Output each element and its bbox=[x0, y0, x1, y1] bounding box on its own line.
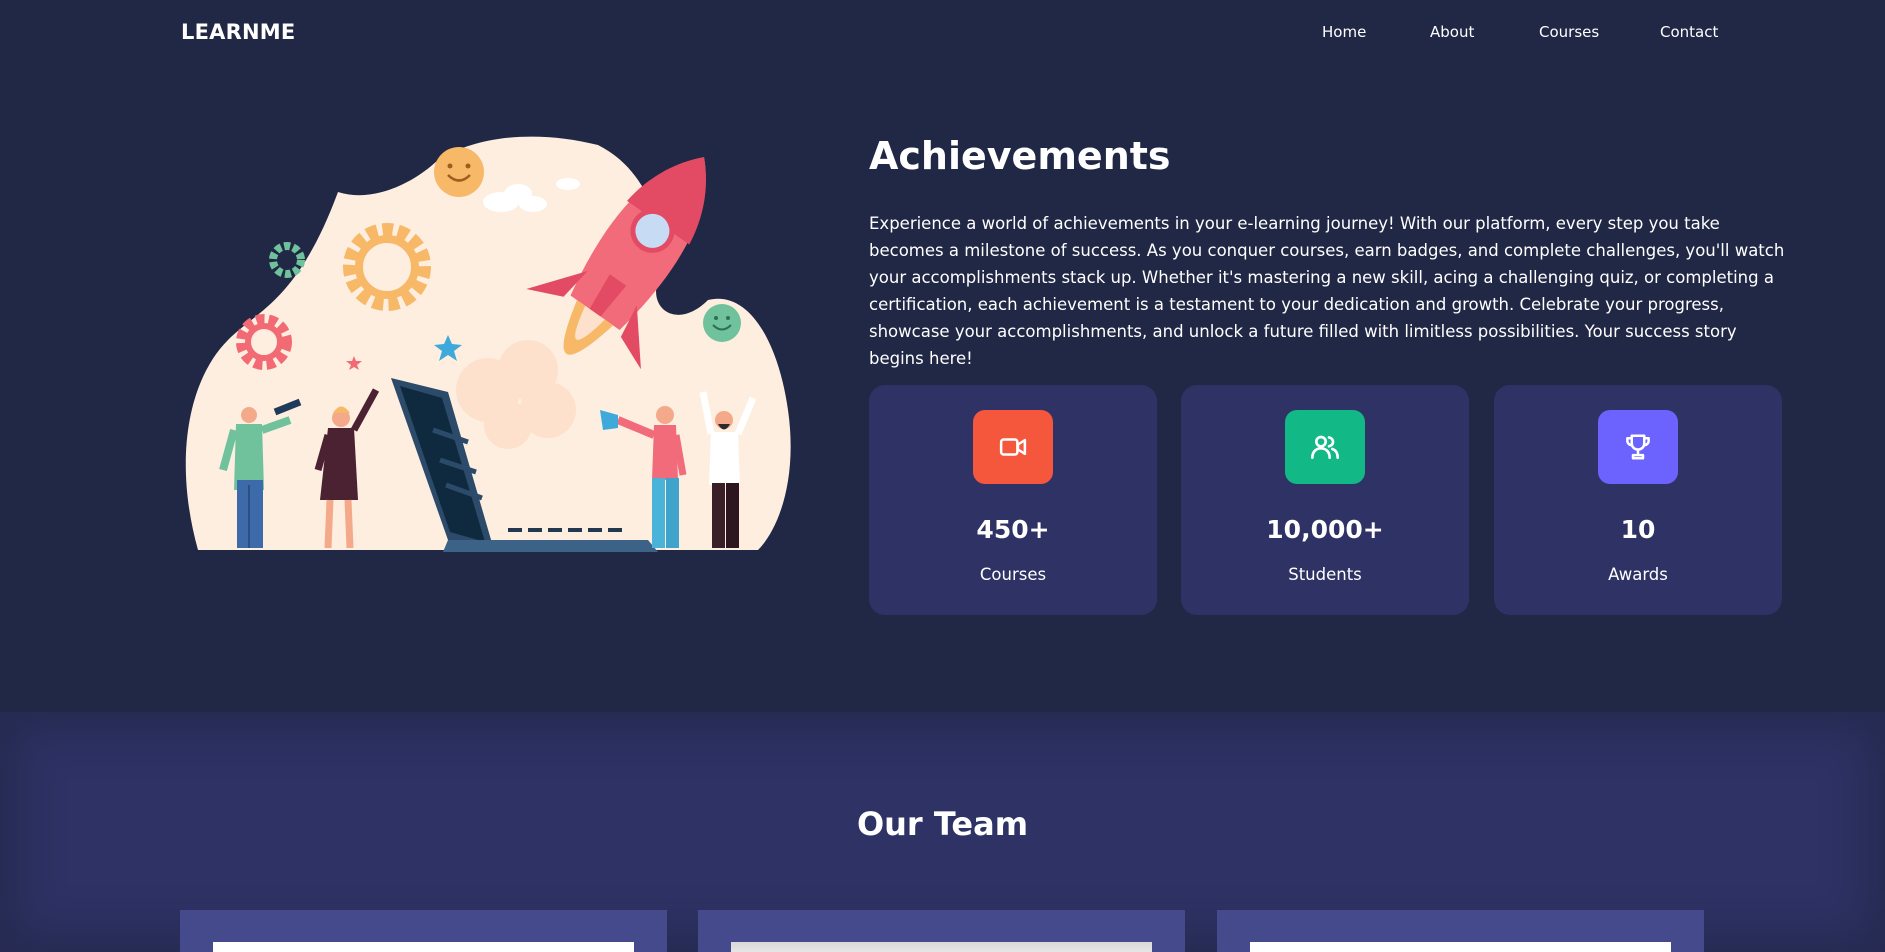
nav-link-about[interactable]: About bbox=[1430, 23, 1474, 41]
stat-card-students: 10,000+ Students bbox=[1181, 385, 1469, 615]
achievements-description: Experience a world of achievements in yo… bbox=[869, 214, 1785, 368]
team-member-photo bbox=[213, 942, 634, 952]
stat-value-awards: 10 bbox=[1620, 515, 1656, 544]
team-section: Our Team bbox=[0, 712, 1885, 952]
nav-link-courses[interactable]: Courses bbox=[1539, 23, 1599, 41]
team-member-photo bbox=[1250, 942, 1671, 952]
stat-label-students: Students bbox=[1288, 565, 1362, 584]
page: LEARNME Home About Courses Contact Achie… bbox=[0, 0, 1885, 952]
team-card[interactable] bbox=[180, 910, 667, 952]
trophy-icon bbox=[1598, 410, 1678, 484]
nav-link-home[interactable]: Home bbox=[1322, 23, 1366, 41]
logo[interactable]: LEARNME bbox=[181, 20, 295, 44]
team-card[interactable] bbox=[698, 910, 1185, 952]
stat-card-courses: 450+ Courses bbox=[869, 385, 1157, 615]
rocket-launch-illustration bbox=[178, 130, 792, 555]
top-nav: LEARNME Home About Courses Contact bbox=[0, 0, 1885, 66]
stat-card-awards: 10 Awards bbox=[1494, 385, 1782, 615]
team-member-photo bbox=[731, 942, 1152, 952]
nav-link-contact[interactable]: Contact bbox=[1660, 23, 1718, 41]
stat-value-courses: 450+ bbox=[976, 515, 1050, 544]
team-title: Our Team bbox=[856, 805, 1029, 843]
stat-value-students: 10,000+ bbox=[1266, 515, 1384, 544]
users-icon bbox=[1285, 410, 1365, 484]
video-icon bbox=[973, 410, 1053, 484]
stat-label-courses: Courses bbox=[979, 565, 1047, 584]
stat-label-awards: Awards bbox=[1608, 565, 1668, 584]
team-card[interactable] bbox=[1217, 910, 1704, 952]
achievements-title: Achievements bbox=[869, 134, 1171, 178]
